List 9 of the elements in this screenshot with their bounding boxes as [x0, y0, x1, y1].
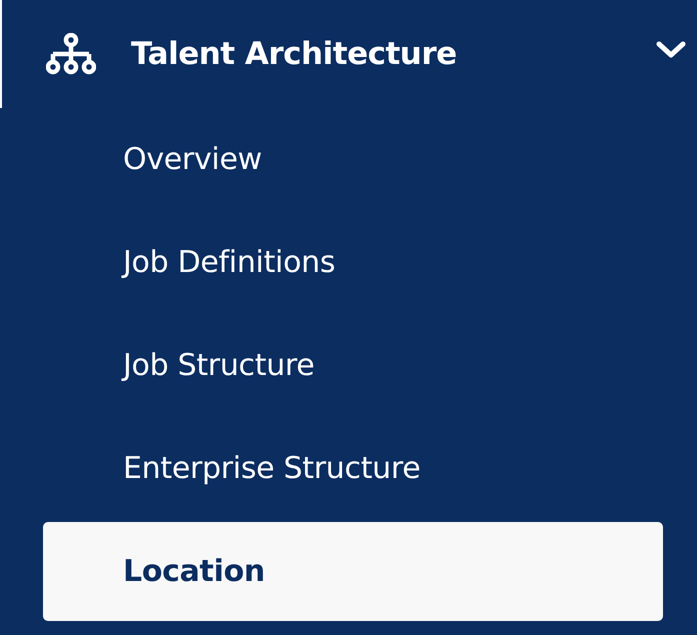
hierarchy-icon: [46, 33, 96, 75]
section-title: Talent Architecture: [131, 36, 458, 72]
section-header[interactable]: Talent Architecture: [0, 0, 697, 108]
nav-item[interactable]: Job Definitions: [43, 213, 663, 312]
nav-item[interactable]: Location: [43, 522, 663, 621]
chevron-icon[interactable]: [656, 41, 686, 59]
nav-item[interactable]: Overview: [43, 110, 663, 209]
nav-item[interactable]: Enterprise Structure: [43, 419, 663, 518]
nav-item[interactable]: Job Structure: [43, 316, 663, 415]
